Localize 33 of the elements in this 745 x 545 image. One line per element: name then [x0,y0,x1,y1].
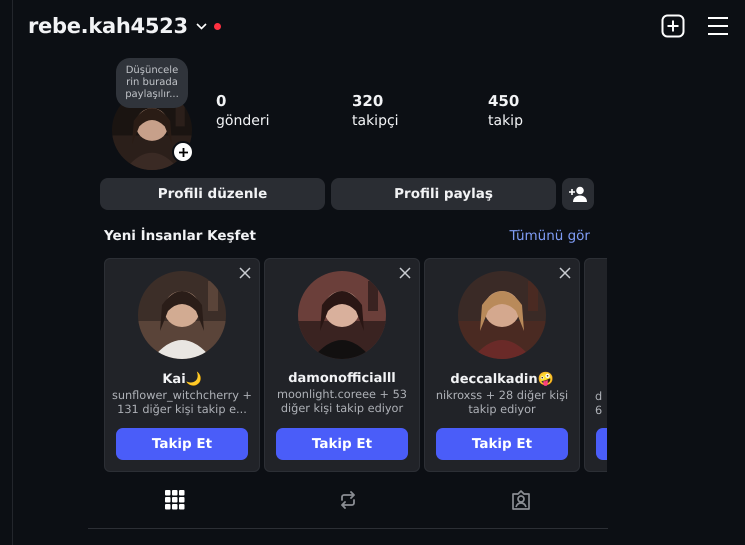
note-bubble[interactable]: Düşüncele rin burada paylaşılır... [116,58,188,108]
mutual-followers-text: 6 [595,404,604,418]
follow-button[interactable]: Takip Et [116,428,248,460]
username[interactable]: rebe.kah4523 [28,14,188,38]
stat-count[interactable]: 0 [216,92,352,110]
section-title: Yeni İnsanlar Keşfet [104,228,256,244]
close-icon[interactable] [399,267,411,279]
profile-button[interactable]: Profili paylaş [331,178,556,210]
mutual-followers-text: d [595,390,604,404]
tagged-person-icon [510,489,532,511]
add-square-icon[interactable] [661,14,685,38]
stat-label[interactable]: takipçi [352,113,488,129]
suggested-username[interactable]: damonofficialll [288,371,396,386]
stat-count[interactable]: 320 [352,92,488,110]
chevron-down-icon[interactable] [196,22,207,30]
follow-button[interactable]: Takip Et [436,428,568,460]
mutual-followers-text: sunflower_witchcherry + 131 diğer kişi takip e... [110,389,254,418]
stat-label[interactable]: gönderi [216,113,352,129]
mutual-followers-text: nikroxss + 28 diğer kişi takip ediyor [434,389,570,418]
close-icon[interactable] [239,267,251,279]
stat-label[interactable]: takip [488,113,624,129]
suggested-username[interactable]: deccalkadin🤪 [450,371,554,387]
profile-button[interactable]: Profili düzenle [100,178,325,210]
suggested-username[interactable]: Kai🌙 [162,371,202,387]
stat-count[interactable]: 450 [488,92,624,110]
add-person-icon [569,186,587,202]
close-icon[interactable] [559,267,571,279]
see-all-link[interactable]: Tümünü gör [510,228,590,244]
grid-icon [164,490,185,510]
mutual-followers-text: moonlight.coreee + 53 diğer kişi takip ediyor [276,388,408,417]
add-person-button[interactable] [562,178,594,210]
follow-button[interactable]: Takip Et [276,428,408,460]
menu-icon[interactable] [707,16,729,36]
